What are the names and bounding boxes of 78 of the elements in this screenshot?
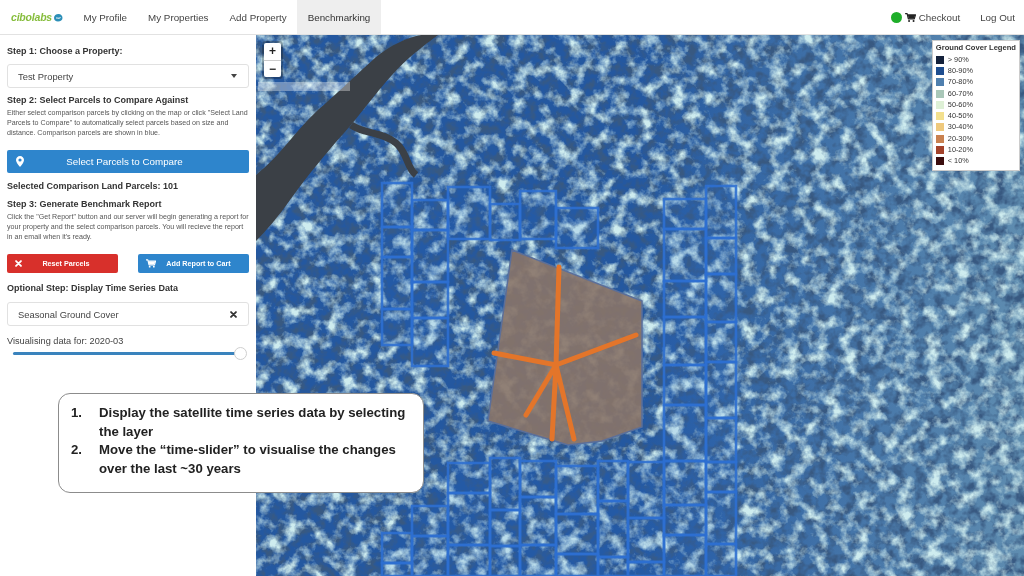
parcel-boundary[interactable] [380,255,414,311]
parcel-boundary[interactable] [446,543,492,576]
zoom-in-button[interactable]: + [264,43,281,60]
layer-select[interactable]: Seasonal Ground Cover [7,302,249,326]
nav-tab[interactable]: Add Property [219,0,298,34]
date-label: Visualising data for: 2020-03 [7,335,125,347]
parcel-boundary[interactable] [662,459,708,507]
caret-icon [231,74,237,78]
parcel-boundary[interactable] [662,197,708,231]
parcel-boundary[interactable] [446,461,492,495]
parcel-boundary[interactable] [662,227,708,283]
zoom-out-button[interactable]: − [264,60,281,77]
nav-tab[interactable]: Benchmarking [297,0,381,34]
property-select[interactable]: Test Property [7,64,249,88]
parcel-boundary[interactable] [662,363,708,407]
parcel-boundary[interactable] [662,503,708,537]
status-dot-icon [890,11,902,23]
parcel-boundary[interactable] [410,504,450,538]
nav-tab[interactable]: My Profile [73,0,138,34]
parcel-boundary[interactable] [380,225,414,259]
parcel-boundary[interactable] [626,560,666,576]
parcel-boundary[interactable] [704,236,738,276]
map-pin-icon [16,156,24,167]
parcel-boundary[interactable] [410,280,450,320]
parcel-boundary[interactable] [596,555,630,576]
logout-link[interactable]: Log Out [972,0,1024,34]
step-heading: Step 3: Generate Benchmark Report [7,198,163,210]
parcel-boundary[interactable] [518,189,558,241]
parcel-boundary[interactable] [704,320,738,364]
parcel-boundary[interactable] [554,552,600,576]
parcel-boundary[interactable] [704,272,738,324]
parcel-boundary[interactable] [488,544,522,576]
parcel-boundary[interactable] [410,534,450,576]
step-heading: Step 2: Select Parcels to Compare Against [7,94,190,106]
parcel-boundary[interactable] [626,460,666,520]
parcel-boundary[interactable] [380,561,414,576]
parcel-boundary[interactable] [410,316,450,368]
parcel-boundary[interactable] [554,464,600,516]
parcel-boundary[interactable] [380,181,414,229]
parcel-boundary[interactable] [380,307,414,347]
slider-thumb[interactable] [234,347,247,360]
cart-icon [904,12,916,22]
list-number: 2. [71,441,83,460]
cart-icon [146,259,156,268]
parcel-boundary[interactable] [704,490,738,546]
parcel-boundary[interactable] [410,198,450,232]
parcel-boundary[interactable] [410,228,450,284]
parcel-boundary[interactable] [704,360,738,420]
parcel-boundary[interactable] [518,495,558,547]
parcel-boundary[interactable] [488,508,522,548]
select-parcels-button[interactable]: Select Parcels to Compare [7,150,249,173]
property-overlay[interactable] [487,248,643,446]
list-number: 1. [71,404,83,422]
parcel-boundary[interactable] [704,184,738,240]
nav-tab[interactable]: My Properties [137,0,219,34]
parcel-boundary[interactable] [704,460,738,494]
checkout-link[interactable]: Checkout [880,0,973,34]
parcel-boundary[interactable] [554,512,600,556]
times-icon [15,260,22,267]
selected-parcels-count: Selected Comparison Land Parcels: 101 [7,180,180,192]
parcel-boundary[interactable] [488,456,522,512]
parcel-boundary[interactable] [662,279,708,319]
step-heading: Optional Step: Display Time Series Data [7,282,179,294]
parcel-boundary[interactable] [446,491,492,547]
clear-icon[interactable] [230,310,237,318]
parcel-boundary[interactable] [446,185,492,241]
parcel-boundary[interactable] [704,542,738,576]
parcel-boundary[interactable] [518,543,558,576]
parcel-boundary[interactable] [488,202,522,242]
parcel-boundary[interactable] [662,315,708,367]
parcel-boundary[interactable] [554,206,600,250]
logo-icon [53,12,63,22]
parcel-boundary[interactable] [662,403,708,463]
parcel-boundary[interactable] [704,416,738,464]
parcel-boundary[interactable] [518,459,558,499]
parcel-boundary[interactable] [662,533,708,576]
parcel-boundary[interactable] [596,459,630,503]
step-heading: Step 1: Choose a Property: [7,45,124,57]
